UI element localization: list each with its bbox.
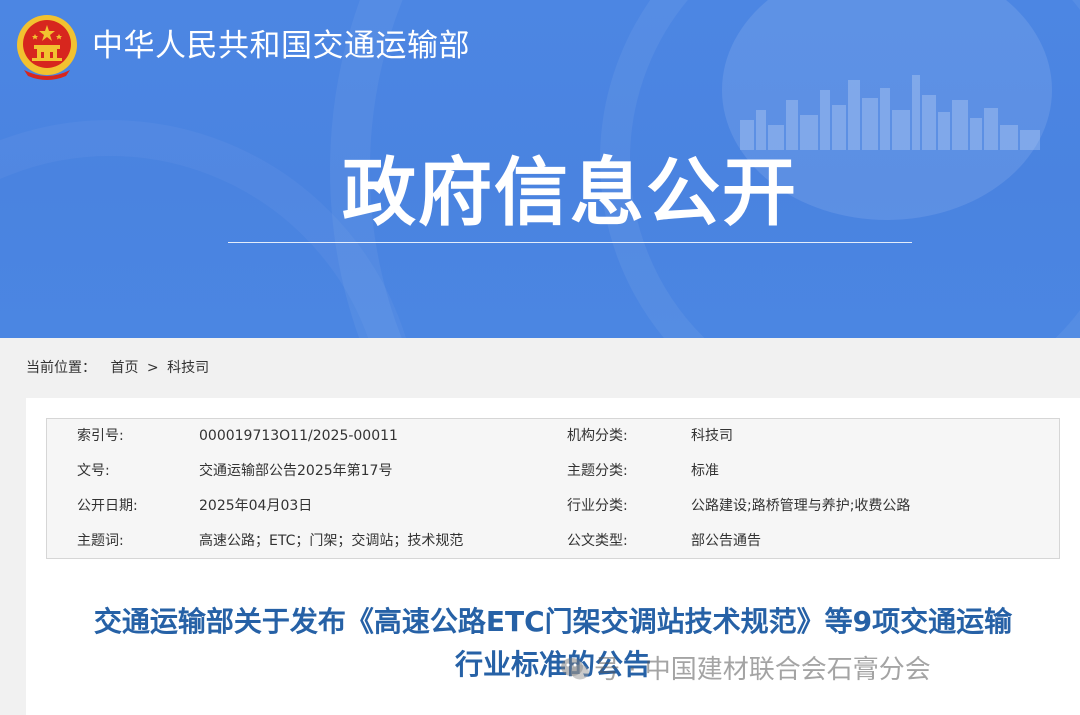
meta-value: 标准 <box>691 463 719 479</box>
meta-key: 主题词: <box>77 533 124 549</box>
banner-divider <box>228 242 912 243</box>
breadcrumb-label: 当前位置： <box>26 360 96 376</box>
header-banner: 中华人民共和国交通运输部 政府信息公开 <box>0 0 1080 338</box>
meta-value: 000019713O11/2025-00011 <box>199 428 398 444</box>
meta-key: 公文类型: <box>567 533 628 549</box>
city-skyline-icon <box>740 75 1040 150</box>
metadata-row: 主题词: 高速公路；ETC；门架；交调站；技术规范 公文类型: 部公告通告 <box>47 524 1059 559</box>
document-title-line: 交通运输部关于发布《高速公路ETC门架交调站技术规范》等9项交通运输 <box>93 605 1013 638</box>
meta-key: 机构分类: <box>567 428 628 444</box>
meta-key: 行业分类: <box>567 498 628 514</box>
metadata-row: 公开日期: 2025年04月03日 行业分类: 公路建设;路桥管理与养护;收费公… <box>47 489 1059 524</box>
meta-value: 高速公路；ETC；门架；交调站；技术规范 <box>199 533 464 549</box>
breadcrumb-separator: > <box>146 360 159 376</box>
metadata-row: 文号: 交通运输部公告2025年第17号 主题分类: 标准 <box>47 454 1059 489</box>
meta-key: 文号: <box>77 463 110 479</box>
breadcrumb-current-link[interactable]: 科技司 <box>167 360 209 376</box>
breadcrumb: 当前位置： 首页 > 科技司 <box>26 358 209 378</box>
meta-value: 交通运输部公告2025年第17号 <box>199 463 393 479</box>
meta-value: 部公告通告 <box>691 533 761 549</box>
wechat-icon <box>561 658 589 680</box>
national-emblem-icon <box>17 15 77 80</box>
meta-value: 公路建设;路桥管理与养护;收费公路 <box>691 498 911 514</box>
meta-value: 2025年04月03日 <box>199 498 313 514</box>
watermark-text: 号 · 中国建材联合会石膏分会 <box>594 655 931 685</box>
meta-value: 科技司 <box>691 428 733 444</box>
meta-key: 公开日期: <box>77 498 138 514</box>
meta-key: 索引号: <box>77 428 124 444</box>
site-name[interactable]: 中华人民共和国交通运输部 <box>92 26 470 66</box>
metadata-row: 索引号: 000019713O11/2025-00011 机构分类: 科技司 <box>47 419 1059 454</box>
banner-title: 政府信息公开 <box>342 150 798 236</box>
watermark: 号 · 中国建材联合会石膏分会 <box>560 650 931 690</box>
breadcrumb-home-link[interactable]: 首页 <box>110 360 138 376</box>
metadata-table: 索引号: 000019713O11/2025-00011 机构分类: 科技司 文… <box>46 418 1060 559</box>
meta-key: 主题分类: <box>567 463 628 479</box>
